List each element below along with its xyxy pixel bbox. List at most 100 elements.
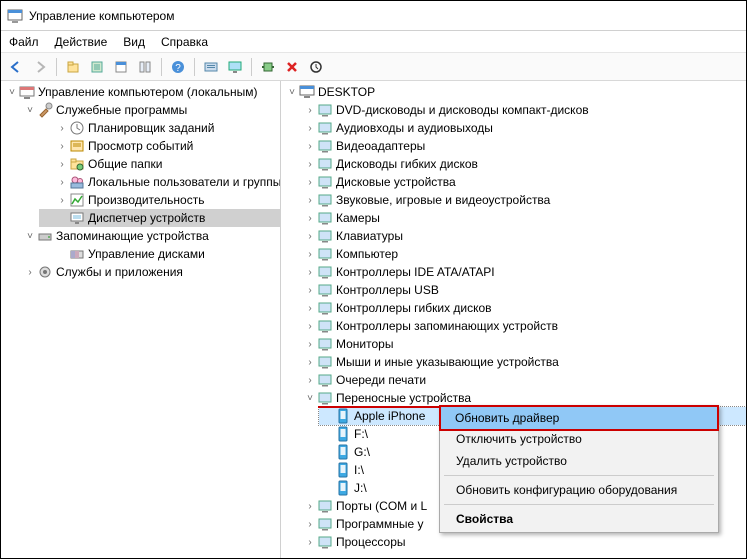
device-category-label: Мониторы (336, 337, 393, 351)
properties-button[interactable] (86, 56, 108, 78)
collapse-icon[interactable]: ˅ (285, 85, 299, 99)
device-category[interactable]: ›Очереди печати (301, 371, 746, 389)
device-category[interactable]: › Мониторы (301, 335, 746, 353)
collapse-icon[interactable]: ˅ (23, 103, 37, 117)
expand-icon[interactable]: › (55, 139, 69, 153)
device-category[interactable]: ›Дисководы гибких дисков (301, 155, 746, 173)
device-item-label: J:\ (354, 481, 367, 495)
expand-icon[interactable]: › (303, 103, 317, 117)
device-category[interactable]: ›Контроллеры гибких дисков (301, 299, 746, 317)
expand-icon[interactable]: › (303, 157, 317, 171)
menu-view[interactable]: Вид (123, 35, 145, 49)
device-icon (317, 390, 333, 406)
expand-icon[interactable]: › (303, 229, 317, 243)
expand-icon[interactable]: › (55, 121, 69, 135)
expand-icon[interactable]: › (303, 337, 317, 351)
expand-icon[interactable]: › (55, 193, 69, 207)
left-root[interactable]: ˅ Управление компьютером (локальным) (3, 83, 280, 101)
expand-icon[interactable]: › (303, 193, 317, 207)
collapse-icon[interactable]: ˅ (5, 85, 19, 99)
device-category[interactable]: › Контроллеры запоминающих устройств (301, 317, 746, 335)
device-item-label: Apple iPhone (354, 409, 425, 423)
expand-icon[interactable]: › (303, 265, 317, 279)
expand-icon[interactable]: › (303, 139, 317, 153)
left-shared-folders[interactable]: ›Общие папки (39, 155, 280, 173)
up-button[interactable] (62, 56, 84, 78)
update-driver-button[interactable] (257, 56, 279, 78)
expand-icon[interactable]: › (303, 517, 317, 531)
help-button[interactable]: ? (167, 56, 189, 78)
left-root-label: Управление компьютером (локальным) (38, 85, 258, 99)
context-menu-item[interactable]: Удалить устройство (442, 450, 716, 472)
device-category[interactable]: ›Контроллеры IDE ATA/ATAPI (301, 263, 746, 281)
left-device-manager[interactable]: Диспетчер устройств (39, 209, 280, 227)
expand-icon[interactable]: › (23, 265, 37, 279)
right-root-label: DESKTOP (318, 85, 375, 99)
forward-button[interactable] (29, 56, 51, 78)
desktop-icon (299, 84, 315, 100)
expand-icon[interactable]: › (303, 535, 317, 549)
expand-icon[interactable]: › (303, 211, 317, 225)
device-category[interactable]: ›Процессоры (301, 533, 746, 551)
device-category[interactable]: ›Видеоадаптеры (301, 137, 746, 155)
svg-text:?: ? (175, 63, 181, 74)
device-category[interactable]: ›Компьютер (301, 245, 746, 263)
expand-icon[interactable]: › (303, 301, 317, 315)
show-hidden-button[interactable] (200, 56, 222, 78)
device-category-label: Порты (COM и L (336, 499, 427, 513)
left-disk-mgmt[interactable]: Управление дисками (39, 245, 280, 263)
expand-icon[interactable]: › (303, 247, 317, 261)
left-group-label: Служебные программы (56, 103, 187, 117)
uninstall-button[interactable] (281, 56, 303, 78)
device-category[interactable]: ›DVD-дисководы и дисководы компакт-диско… (301, 101, 746, 119)
device-category[interactable]: ›Звуковые, игровые и видеоустройства (301, 191, 746, 209)
scan-button[interactable] (305, 56, 327, 78)
monitor-button[interactable] (224, 56, 246, 78)
expand-icon[interactable]: › (55, 175, 69, 189)
toolbar-sep (56, 58, 57, 76)
menu-help[interactable]: Справка (161, 35, 208, 49)
export-button[interactable] (134, 56, 156, 78)
device-category[interactable]: ›Дисковые устройства (301, 173, 746, 191)
left-task-scheduler[interactable]: ›Планировщик заданий (39, 119, 280, 137)
expand-icon[interactable]: › (303, 121, 317, 135)
device-category[interactable]: ›Контроллеры USB (301, 281, 746, 299)
expand-icon[interactable]: › (303, 175, 317, 189)
context-menu-item[interactable]: Обновить конфигурацию оборудования (442, 479, 716, 501)
left-pane[interactable]: ˅ Управление компьютером (локальным) ˅ С… (1, 81, 281, 558)
collapse-icon[interactable]: ˅ (23, 229, 37, 243)
left-services-apps[interactable]: › Службы и приложения (21, 263, 280, 281)
context-menu-item[interactable]: Свойства (442, 508, 716, 530)
right-pane[interactable]: ˅ DESKTOP ›DVD-дисководы и дисководы компа… (281, 81, 746, 558)
menu-action[interactable]: Действие (55, 35, 108, 49)
device-category[interactable]: ›Клавиатуры (301, 227, 746, 245)
expand-icon[interactable]: › (303, 319, 317, 333)
device-category[interactable]: ›Аудиовходы и аудиовыходы (301, 119, 746, 137)
right-root[interactable]: ˅ DESKTOP (283, 83, 746, 101)
left-system-tools[interactable]: ˅ Служебные программы (21, 101, 280, 119)
toolbar-sep (194, 58, 195, 76)
left-local-users[interactable]: ›Локальные пользователи и группы (39, 173, 280, 191)
expand-icon[interactable]: › (303, 499, 317, 513)
device-category[interactable]: ›Камеры (301, 209, 746, 227)
device-icon (317, 174, 333, 190)
context-menu-item[interactable]: Отключить устройство (442, 428, 716, 450)
expand-icon[interactable]: › (303, 283, 317, 297)
device-category-label: Контроллеры запоминающих устройств (336, 319, 558, 333)
expand-icon[interactable]: › (55, 157, 69, 171)
expand-icon[interactable]: › (303, 355, 317, 369)
left-storage[interactable]: ˅ Запоминающие устройства (21, 227, 280, 245)
left-event-viewer[interactable]: ›Просмотр событий (39, 137, 280, 155)
refresh-button[interactable] (110, 56, 132, 78)
device-category[interactable]: › Мыши и иные указывающие устройства (301, 353, 746, 371)
expand-icon[interactable]: › (303, 373, 317, 387)
menu-file[interactable]: Файл (9, 35, 39, 49)
shared-folder-icon (69, 156, 85, 172)
device-category-label: Мыши и иные указывающие устройства (336, 355, 559, 369)
back-button[interactable] (5, 56, 27, 78)
context-menu-item[interactable]: Обновить драйвер (441, 407, 717, 429)
services-icon (37, 264, 53, 280)
left-performance[interactable]: ›Производительность (39, 191, 280, 209)
expand-icon[interactable]: ˅ (303, 391, 317, 405)
menubar: Файл Действие Вид Справка (1, 31, 746, 53)
